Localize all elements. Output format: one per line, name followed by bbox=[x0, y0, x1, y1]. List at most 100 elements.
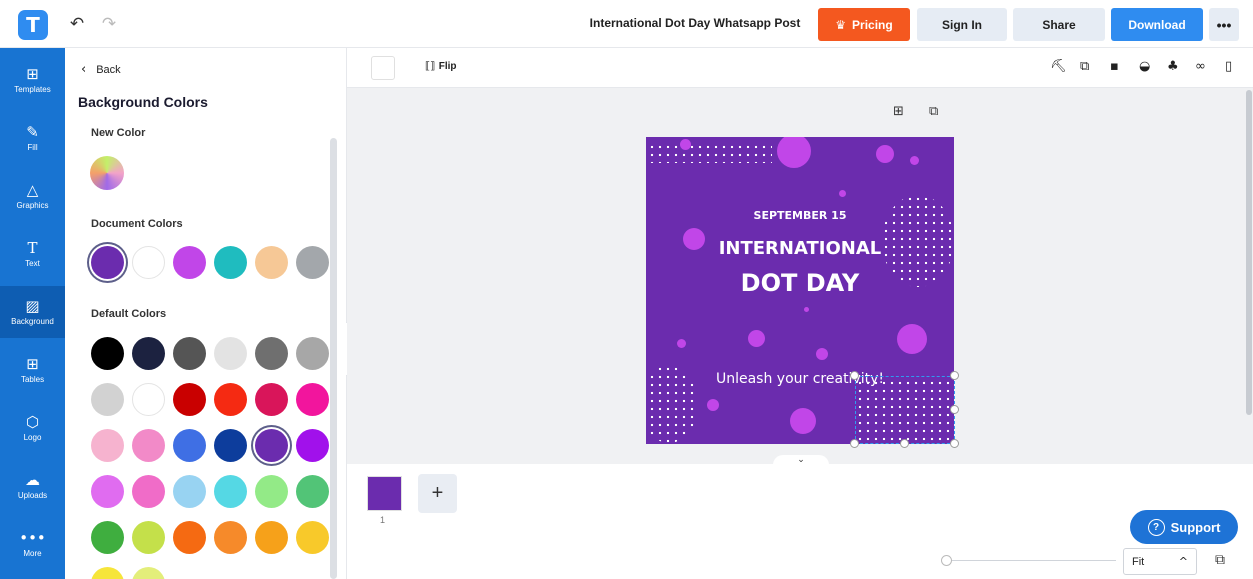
color-swatch[interactable] bbox=[91, 383, 124, 416]
resize-handle[interactable] bbox=[850, 371, 859, 380]
color-swatch[interactable] bbox=[255, 246, 288, 279]
color-swatch[interactable] bbox=[296, 337, 329, 370]
color-swatch[interactable] bbox=[214, 246, 247, 279]
resize-handle[interactable] bbox=[850, 439, 859, 448]
add-page-button[interactable]: + bbox=[418, 474, 457, 513]
color-swatch[interactable] bbox=[173, 246, 206, 279]
app-logo[interactable]: T bbox=[18, 10, 48, 40]
color-swatch[interactable] bbox=[255, 475, 288, 508]
color-swatch[interactable] bbox=[214, 383, 247, 416]
pages-icon[interactable]: ⧉ bbox=[1215, 552, 1225, 568]
align-icon[interactable]: ♣ bbox=[1167, 59, 1179, 74]
zoom-select[interactable]: Fit ^ bbox=[1123, 548, 1197, 575]
color-swatch[interactable] bbox=[255, 383, 288, 416]
color-swatch[interactable] bbox=[91, 521, 124, 554]
color-swatch[interactable] bbox=[214, 475, 247, 508]
layer-icon[interactable]: ▪ bbox=[1110, 59, 1119, 74]
rail-item-uploads[interactable]: ☁ Uploads bbox=[0, 460, 65, 512]
color-swatch[interactable] bbox=[132, 567, 165, 579]
resize-handle[interactable] bbox=[950, 405, 959, 414]
rail-item-fill[interactable]: ✎ Fill bbox=[0, 112, 65, 164]
opacity-icon[interactable]: ◒ bbox=[1139, 59, 1150, 74]
flip-button[interactable]: ⟦⟧ Flip bbox=[425, 61, 457, 72]
pricing-button[interactable]: ♛ Pricing bbox=[818, 8, 910, 41]
selection-box[interactable] bbox=[855, 376, 955, 444]
color-swatch[interactable] bbox=[91, 337, 124, 370]
logo-icon: ⬡ bbox=[25, 413, 40, 431]
rail-item-logo[interactable]: ⬡ Logo bbox=[0, 402, 65, 454]
dot-decoration bbox=[748, 330, 765, 347]
date-text[interactable]: SEPTEMBER 15 bbox=[646, 209, 954, 222]
page-thumbnail[interactable] bbox=[367, 476, 402, 511]
support-button[interactable]: ? Support bbox=[1130, 510, 1238, 544]
link-icon[interactable]: ∞ bbox=[1195, 59, 1206, 74]
rail-item-templates[interactable]: ⊞ Templates bbox=[0, 54, 65, 106]
color-swatch[interactable] bbox=[132, 246, 165, 279]
color-swatch[interactable] bbox=[214, 337, 247, 370]
color-swatch[interactable] bbox=[296, 429, 329, 462]
color-swatch[interactable] bbox=[255, 521, 288, 554]
zoom-slider-track[interactable] bbox=[946, 560, 1116, 561]
pricing-label: Pricing bbox=[852, 17, 893, 32]
color-swatch[interactable] bbox=[173, 429, 206, 462]
undo-icon[interactable]: ↶ bbox=[66, 13, 88, 35]
color-swatch[interactable] bbox=[255, 337, 288, 370]
rail-label: Fill bbox=[27, 143, 38, 152]
new-color-picker[interactable] bbox=[90, 156, 124, 190]
duplicate-page-icon[interactable]: ⧉ bbox=[929, 104, 938, 119]
color-swatch[interactable] bbox=[296, 246, 329, 279]
download-button[interactable]: Download bbox=[1111, 8, 1203, 41]
color-swatch[interactable] bbox=[173, 383, 206, 416]
resize-handle[interactable] bbox=[900, 439, 909, 448]
panel-scrollbar[interactable] bbox=[330, 138, 337, 579]
copy-style-icon[interactable]: ⧉ bbox=[1080, 59, 1089, 74]
paint-roller-icon[interactable]: ⛏ bbox=[1050, 59, 1067, 74]
color-swatch[interactable] bbox=[173, 337, 206, 370]
rail-item-more[interactable]: ••• More bbox=[0, 518, 65, 570]
redo-icon[interactable]: ↷ bbox=[98, 13, 120, 35]
document-title[interactable]: International Dot Day Whatsapp Post bbox=[560, 16, 830, 30]
color-swatch[interactable] bbox=[173, 475, 206, 508]
rail-item-text[interactable]: T Text bbox=[0, 228, 65, 280]
sign-in-button[interactable]: Sign In bbox=[917, 8, 1007, 41]
share-button[interactable]: Share bbox=[1013, 8, 1105, 41]
rail-item-background[interactable]: ▨ Background bbox=[0, 286, 65, 338]
element-toolbar: ⟦⟧ Flip ⛏ ⧉ ▪ ◒ ♣ ∞ ▯ bbox=[347, 48, 1253, 88]
title-line-1[interactable]: INTERNATIONAL bbox=[646, 238, 954, 259]
color-swatch[interactable] bbox=[132, 521, 165, 554]
color-swatch[interactable] bbox=[91, 246, 124, 279]
color-swatch[interactable] bbox=[132, 475, 165, 508]
rail-item-tables[interactable]: ⊞ Tables bbox=[0, 344, 65, 396]
color-swatch[interactable] bbox=[214, 521, 247, 554]
workspace-scrollbar[interactable] bbox=[1246, 90, 1252, 415]
resize-handle[interactable] bbox=[950, 371, 959, 380]
color-swatch[interactable] bbox=[132, 383, 165, 416]
color-swatch[interactable] bbox=[173, 521, 206, 554]
rail-label: Tables bbox=[20, 375, 45, 384]
rail-item-graphics[interactable]: △ Graphics bbox=[0, 170, 65, 222]
color-swatch[interactable] bbox=[296, 521, 329, 554]
color-swatch[interactable] bbox=[214, 429, 247, 462]
color-swatch[interactable] bbox=[91, 567, 124, 579]
color-swatch[interactable] bbox=[296, 475, 329, 508]
back-label: Back bbox=[96, 63, 121, 76]
default-colors-label: Default Colors bbox=[91, 308, 167, 320]
upload-icon: ☁ bbox=[25, 471, 40, 489]
rail-label: Graphics bbox=[16, 201, 49, 210]
color-swatch[interactable] bbox=[91, 475, 124, 508]
color-swatch[interactable] bbox=[132, 429, 165, 462]
back-button[interactable]: ‹ Back bbox=[81, 62, 121, 77]
color-swatch[interactable] bbox=[255, 429, 288, 462]
color-swatch[interactable] bbox=[132, 337, 165, 370]
flip-icon: ⟦⟧ bbox=[425, 61, 435, 72]
zoom-slider-handle[interactable] bbox=[941, 555, 952, 566]
color-swatch[interactable] bbox=[91, 429, 124, 462]
resize-handle[interactable] bbox=[950, 439, 959, 448]
fill-color-box[interactable] bbox=[371, 56, 395, 80]
add-page-icon[interactable]: ⊞ bbox=[893, 104, 904, 119]
title-line-2[interactable]: DOT DAY bbox=[646, 269, 954, 297]
trash-icon[interactable]: ▯ bbox=[1225, 59, 1232, 74]
dot-decoration bbox=[839, 190, 846, 197]
color-swatch[interactable] bbox=[296, 383, 329, 416]
more-options-button[interactable]: ••• bbox=[1209, 8, 1239, 41]
